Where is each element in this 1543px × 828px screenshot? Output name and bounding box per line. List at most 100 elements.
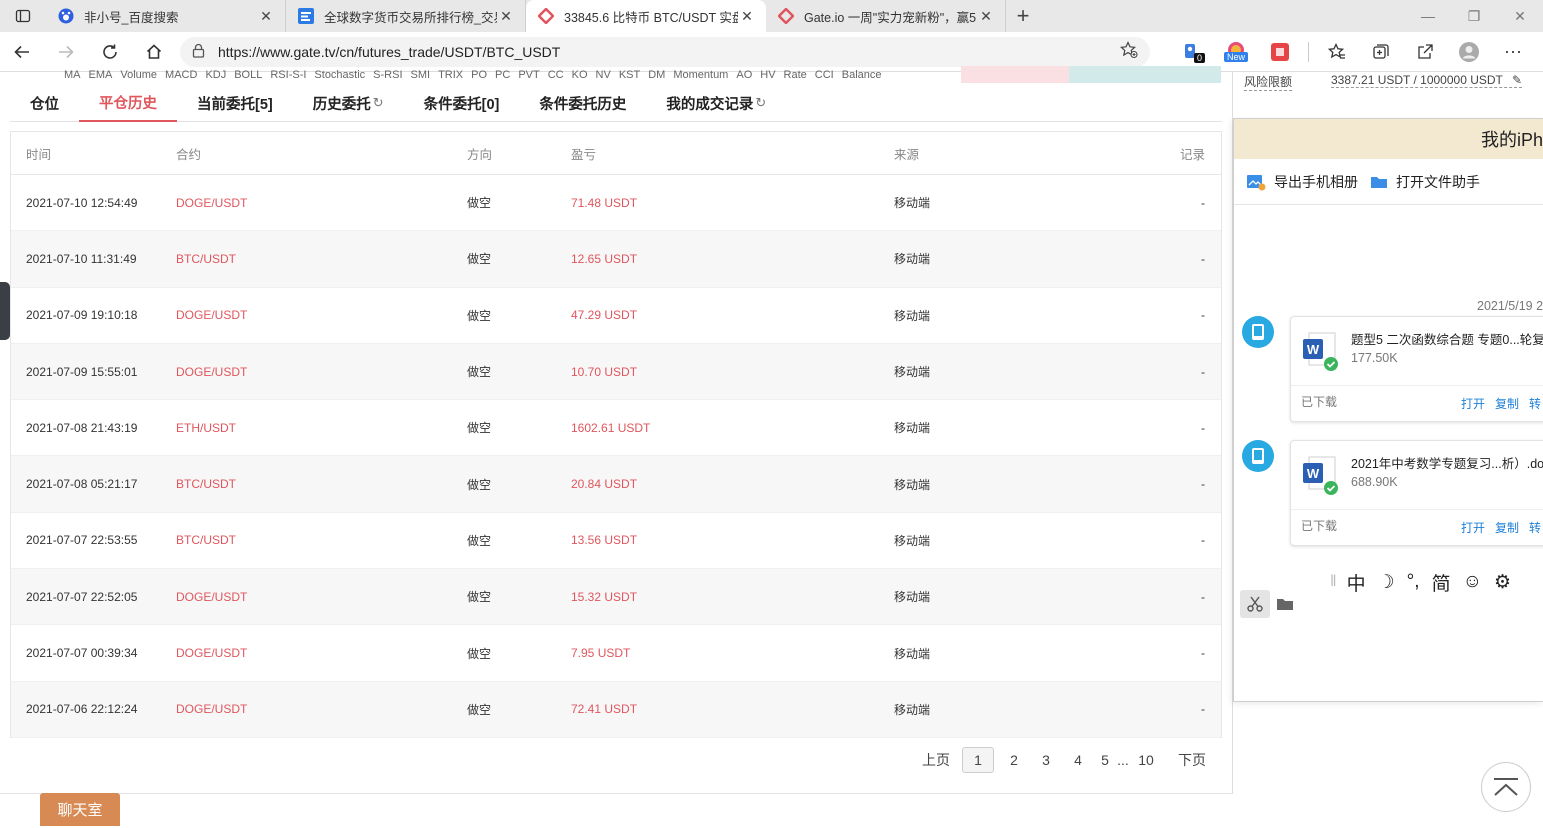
tab-positions[interactable]: 仓位 bbox=[10, 84, 79, 122]
back-icon[interactable] bbox=[0, 32, 44, 72]
cell-symbol[interactable]: ETH/USDT bbox=[161, 421, 452, 435]
forward-file-link[interactable]: 转 bbox=[1529, 521, 1541, 535]
ime-settings-icon[interactable]: ⚙ bbox=[1494, 571, 1511, 594]
browser-tab-3[interactable]: 33845.6 比特币 BTC/USDT 实盘交 ✕ bbox=[526, 0, 766, 32]
indicator-item[interactable]: KO bbox=[572, 69, 588, 81]
indicator-item[interactable]: Volume bbox=[120, 69, 157, 81]
tab-close-history[interactable]: 平仓历史 bbox=[79, 84, 177, 122]
cell-symbol[interactable]: BTC/USDT bbox=[161, 252, 452, 266]
indicator-item[interactable]: CC bbox=[548, 69, 564, 81]
more-menu-icon[interactable]: ··· bbox=[1491, 32, 1535, 72]
ime-punct-toggle[interactable]: °, bbox=[1407, 571, 1420, 593]
address-bar[interactable]: https://www.gate.tv/cn/futures_trade/USD… bbox=[180, 36, 1150, 67]
cell-symbol[interactable]: DOGE/USDT bbox=[161, 196, 452, 210]
export-album-button[interactable]: 导出手机相册 bbox=[1246, 172, 1358, 192]
indicator-item[interactable]: NV bbox=[596, 69, 611, 81]
indicator-item[interactable]: MA bbox=[64, 69, 81, 81]
browser-tab-1[interactable]: 非小号_百度搜索 ✕ bbox=[46, 0, 286, 32]
page-button[interactable]: 5 bbox=[1094, 747, 1116, 773]
ime-simplified-toggle[interactable]: 简 bbox=[1432, 569, 1451, 596]
indicator-item[interactable]: SMI bbox=[411, 69, 431, 81]
side-drawer-handle[interactable] bbox=[0, 282, 10, 340]
indicator-item[interactable]: CCI bbox=[815, 69, 834, 81]
refresh-icon[interactable] bbox=[88, 32, 132, 72]
favorites-icon[interactable] bbox=[1315, 32, 1359, 72]
extension-red-icon[interactable] bbox=[1258, 32, 1302, 72]
tab-open-orders[interactable]: 当前委托[5] bbox=[177, 84, 293, 122]
indicator-item[interactable]: EMA bbox=[89, 69, 113, 81]
close-icon[interactable]: ✕ bbox=[738, 8, 756, 25]
home-icon[interactable] bbox=[132, 32, 176, 72]
cell-symbol[interactable]: DOGE/USDT bbox=[161, 365, 452, 379]
browser-tab-4[interactable]: Gate.io 一周"实力宠新粉"，赢5.0 ✕ bbox=[766, 0, 1006, 32]
profile-avatar-icon[interactable] bbox=[1447, 32, 1491, 72]
open-file-assistant-button[interactable]: 打开文件助手 bbox=[1370, 172, 1480, 192]
favorite-add-icon[interactable] bbox=[1120, 40, 1138, 63]
ime-lang-toggle[interactable]: 中 bbox=[1347, 569, 1366, 596]
tab-conditional-history[interactable]: 条件委托历史 bbox=[519, 84, 646, 122]
indicator-item[interactable]: PC bbox=[495, 69, 510, 81]
refresh-icon[interactable]: ↻ bbox=[373, 95, 384, 111]
indicator-item[interactable]: HV bbox=[760, 69, 775, 81]
indicator-item[interactable]: BOLL bbox=[234, 69, 262, 81]
indicator-item[interactable]: RSI-S-I bbox=[270, 69, 306, 81]
maximize-button[interactable]: ❐ bbox=[1451, 0, 1497, 32]
cell-symbol[interactable]: BTC/USDT bbox=[161, 477, 452, 491]
prev-page-button[interactable]: 上页 bbox=[914, 747, 958, 773]
close-window-button[interactable]: ✕ bbox=[1497, 0, 1543, 32]
indicator-item[interactable]: Stochastic bbox=[314, 69, 365, 81]
file-card[interactable]: W 2021年中考数学专题复习...析）.doc 688.90K 已下载 打开复… bbox=[1290, 440, 1543, 546]
collections-icon[interactable] bbox=[1359, 32, 1403, 72]
indicator-item[interactable]: Momentum bbox=[673, 69, 728, 81]
cell-symbol[interactable]: DOGE/USDT bbox=[161, 646, 452, 660]
indicator-item[interactable]: AO bbox=[736, 69, 752, 81]
indicator-item[interactable]: S-RSI bbox=[373, 69, 402, 81]
file-card[interactable]: W 题型5 二次函数综合题 专题0...轮复.c 177.50K 已下载 打开复… bbox=[1290, 316, 1543, 422]
close-icon[interactable]: ✕ bbox=[257, 8, 275, 25]
page-button-last[interactable]: 10 bbox=[1130, 747, 1162, 773]
indicator-item[interactable]: DM bbox=[648, 69, 665, 81]
open-file-link[interactable]: 打开 bbox=[1461, 397, 1485, 411]
back-to-top-button[interactable] bbox=[1481, 762, 1531, 812]
edit-icon[interactable]: ✎ bbox=[1512, 73, 1522, 87]
indicator-item[interactable]: Balance bbox=[842, 69, 882, 81]
tab-my-trades[interactable]: 我的成交记录 ↻ bbox=[646, 84, 786, 122]
refresh-icon[interactable]: ↻ bbox=[755, 95, 766, 111]
close-icon[interactable]: ✕ bbox=[977, 8, 995, 25]
cell-symbol[interactable]: DOGE/USDT bbox=[161, 308, 452, 322]
folder-icon[interactable] bbox=[1270, 590, 1300, 618]
next-page-button[interactable]: 下页 bbox=[1170, 747, 1214, 773]
indicator-item[interactable]: PVT bbox=[518, 69, 539, 81]
close-icon[interactable]: ✕ bbox=[497, 8, 515, 25]
indicator-item[interactable]: TRIX bbox=[438, 69, 463, 81]
page-button-current[interactable]: 1 bbox=[962, 747, 994, 773]
share-icon[interactable] bbox=[1403, 32, 1447, 72]
indicator-item[interactable]: Rate bbox=[784, 69, 807, 81]
page-button[interactable]: 4 bbox=[1062, 747, 1094, 773]
tab-order-history[interactable]: 历史委托 ↻ bbox=[293, 84, 404, 122]
open-file-link[interactable]: 打开 bbox=[1461, 521, 1485, 535]
tab-actions-icon[interactable] bbox=[0, 0, 46, 32]
ime-grip-icon[interactable]: ‖ bbox=[1330, 573, 1337, 591]
indicator-item[interactable]: KST bbox=[619, 69, 640, 81]
new-tab-button[interactable]: + bbox=[1006, 3, 1040, 29]
indicator-item[interactable]: KDJ bbox=[205, 69, 226, 81]
browser-tab-2[interactable]: 全球数字货币交易所排行榜_交易 ✕ bbox=[286, 0, 526, 32]
cell-symbol[interactable]: DOGE/USDT bbox=[161, 590, 452, 604]
forward-file-link[interactable]: 转 bbox=[1529, 397, 1541, 411]
page-button[interactable]: 3 bbox=[1030, 747, 1062, 773]
indicator-item[interactable]: MACD bbox=[165, 69, 197, 81]
cell-symbol[interactable]: DOGE/USDT bbox=[161, 702, 452, 716]
ime-moon-icon[interactable]: ☽ bbox=[1378, 571, 1395, 594]
ime-emoji-icon[interactable]: ☺ bbox=[1463, 571, 1482, 593]
scissors-icon[interactable] bbox=[1240, 590, 1270, 618]
page-button[interactable]: 2 bbox=[998, 747, 1030, 773]
forward-icon[interactable] bbox=[44, 32, 88, 72]
indicator-item[interactable]: PO bbox=[471, 69, 487, 81]
tab-conditional-orders[interactable]: 条件委托[0] bbox=[404, 84, 520, 122]
risk-limit-value[interactable]: 3387.21 USDT / 1000000 USDT ✎ bbox=[1331, 73, 1523, 88]
cell-symbol[interactable]: BTC/USDT bbox=[161, 533, 452, 547]
copy-file-link[interactable]: 复制 bbox=[1495, 521, 1519, 535]
chatroom-button[interactable]: 聊天室 bbox=[40, 793, 120, 826]
copy-file-link[interactable]: 复制 bbox=[1495, 397, 1519, 411]
